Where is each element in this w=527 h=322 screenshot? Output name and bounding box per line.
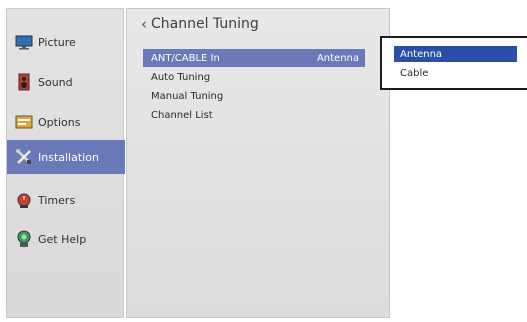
menu-item-label: Manual Tuning xyxy=(151,90,224,102)
menu-item-value: Antenna xyxy=(316,52,359,64)
sidebar-item-label: Timers xyxy=(38,193,76,207)
tools-icon xyxy=(16,149,31,164)
channel-tuning-panel: ‹ Channel Tuning ANT/CABLE In Antenna Au… xyxy=(126,8,390,318)
sidebar-item-options[interactable]: Options xyxy=(7,105,125,139)
sidebar-item-picture[interactable]: Picture xyxy=(7,25,125,59)
menu-item-ant-cable-in[interactable]: ANT/CABLE In Antenna xyxy=(143,49,365,67)
page-title: ‹ Channel Tuning xyxy=(141,15,259,33)
sidebar-item-label: Picture xyxy=(38,35,76,49)
help-icon xyxy=(17,230,31,247)
options-icon xyxy=(15,115,33,129)
dropdown-option-cable[interactable]: Cable xyxy=(394,65,517,81)
menu-item-label: Auto Tuning xyxy=(151,71,211,83)
tv-menu-screen: Picture Sound Options Installation Timer… xyxy=(0,0,527,322)
sidebar-item-label: Options xyxy=(38,115,81,129)
divider xyxy=(389,8,390,38)
ant-cable-dropdown: Antenna Cable xyxy=(380,36,527,90)
menu-item-label: ANT/CABLE In xyxy=(151,52,220,64)
sidebar-item-label: Get Help xyxy=(38,232,87,246)
dropdown-option-label: Antenna xyxy=(400,48,443,60)
chevron-left-icon[interactable]: ‹ xyxy=(141,15,147,33)
dropdown-option-antenna[interactable]: Antenna xyxy=(394,46,517,62)
sidebar-item-installation[interactable]: Installation xyxy=(7,140,125,174)
menu-item-auto-tuning[interactable]: Auto Tuning xyxy=(143,68,365,86)
sidebar-item-label: Sound xyxy=(38,75,73,89)
speaker-icon xyxy=(18,73,30,91)
sidebar-item-sound[interactable]: Sound xyxy=(7,65,125,99)
timer-icon xyxy=(17,193,31,208)
menu-item-manual-tuning[interactable]: Manual Tuning xyxy=(143,87,365,105)
menu-item-label: Channel List xyxy=(151,109,213,121)
sidebar-item-get-help[interactable]: Get Help xyxy=(7,222,125,256)
page-title-text: Channel Tuning xyxy=(151,16,259,32)
menu-item-channel-list[interactable]: Channel List xyxy=(143,106,365,124)
sidebar-item-timers[interactable]: Timers xyxy=(7,183,125,217)
sidebar: Picture Sound Options Installation Timer… xyxy=(6,8,125,318)
picture-icon xyxy=(15,35,33,50)
sidebar-item-label: Installation xyxy=(38,150,99,164)
dropdown-option-label: Cable xyxy=(400,67,429,79)
